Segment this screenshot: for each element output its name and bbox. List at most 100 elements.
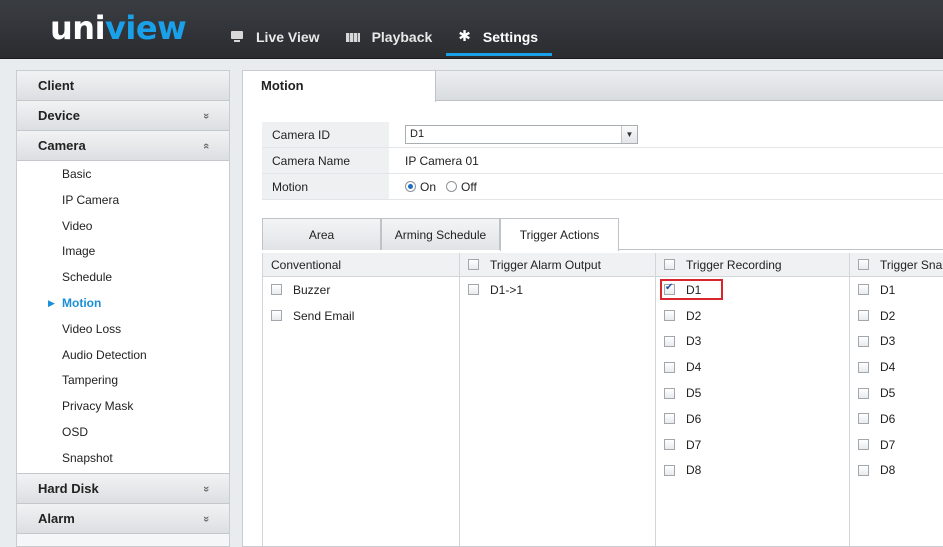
- buzzer-checkbox[interactable]: [271, 284, 282, 296]
- column-header-snapshot: Trigger Snapshot: [850, 253, 943, 277]
- list-item[interactable]: D5: [656, 380, 849, 406]
- main-panel: Motion Camera ID D1 ▼ Camera Name IP Cam…: [242, 70, 943, 547]
- main-tab-bar: Motion: [243, 71, 943, 102]
- nav-playback[interactable]: Playback: [334, 18, 447, 56]
- list-item[interactable]: D6: [656, 406, 849, 432]
- list-item[interactable]: D8: [656, 458, 849, 484]
- form-row-camera-id: Camera ID D1 ▼: [262, 122, 943, 148]
- column-conventional: Conventional Buzzer Send Email: [262, 253, 459, 546]
- recording-d4-checkbox[interactable]: [664, 361, 675, 373]
- motion-on-label: On: [420, 179, 437, 194]
- list-item[interactable]: D8: [850, 458, 943, 484]
- sidebar-item-privacy-mask[interactable]: Privacy Mask: [17, 394, 229, 420]
- column-recording: Trigger Recording D1 D2 D3 D4 D5 D6 D7 D…: [655, 253, 849, 546]
- sidebar-section-client[interactable]: Client: [17, 71, 229, 101]
- list-item[interactable]: D4: [850, 354, 943, 380]
- sidebar-section-device[interactable]: Device»: [17, 101, 229, 131]
- sidebar-item-basic[interactable]: Basic: [17, 162, 229, 188]
- motion-label: Motion: [262, 174, 389, 199]
- camera-id-select[interactable]: D1 ▼: [405, 125, 638, 144]
- snapshot-d1-checkbox[interactable]: [858, 284, 869, 296]
- motion-off-radio[interactable]: [446, 181, 458, 192]
- snapshot-d2-checkbox[interactable]: [858, 310, 869, 322]
- list-item[interactable]: D6: [850, 406, 943, 432]
- sidebar-item-snapshot[interactable]: Snapshot: [17, 445, 229, 472]
- form-row-motion: Motion On Off: [262, 174, 943, 200]
- subtab-trigger-actions[interactable]: Trigger Actions: [500, 218, 619, 251]
- list-item[interactable]: Buzzer: [263, 277, 459, 303]
- nav-settings[interactable]: ✱ Settings: [446, 18, 552, 56]
- camera-submenu: Basic IP Camera Video Image Schedule ▶ Mo…: [17, 161, 229, 474]
- list-item[interactable]: D3: [850, 329, 943, 355]
- film-icon: [345, 33, 360, 42]
- list-item[interactable]: D1: [850, 277, 943, 303]
- caret-right-icon: ▶: [48, 297, 55, 308]
- list-item[interactable]: D1->1: [460, 277, 655, 303]
- snapshot-d3-checkbox[interactable]: [858, 335, 869, 347]
- list-item[interactable]: Send Email: [263, 303, 459, 329]
- trigger-action-columns: Conventional Buzzer Send Email Trigger A…: [262, 253, 943, 546]
- nav-playback-label: Playback: [371, 29, 433, 45]
- send-email-checkbox[interactable]: [271, 310, 282, 322]
- camera-id-value: D1: [410, 128, 425, 140]
- list-item[interactable]: D4: [656, 354, 849, 380]
- snapshot-d7-checkbox[interactable]: [858, 439, 869, 451]
- sidebar-item-motion-label: Motion: [62, 295, 102, 310]
- gear-icon: ✱: [458, 28, 471, 45]
- column-header-alarm-output: Trigger Alarm Output: [460, 253, 655, 277]
- motion-off-label: Off: [461, 179, 477, 194]
- column-snapshot: Trigger Snapshot D1 D2 D3 D4 D5 D6 D7 D8: [849, 253, 943, 546]
- list-item[interactable]: D7: [656, 432, 849, 458]
- nav-settings-label: Settings: [482, 29, 539, 45]
- top-bar: uniview Live View Playback ✱ Settings: [0, 0, 943, 59]
- recording-d1-checkbox[interactable]: [664, 282, 675, 296]
- recording-d5-checkbox[interactable]: [664, 387, 675, 399]
- sidebar-item-tampering[interactable]: Tampering: [17, 368, 229, 395]
- subtab-arming-schedule[interactable]: Arming Schedule: [381, 218, 500, 250]
- sidebar-item-video[interactable]: Video: [17, 213, 229, 240]
- sidebar-item-schedule[interactable]: Schedule: [17, 265, 229, 291]
- motion-on-radio[interactable]: [405, 181, 416, 192]
- sidebar-item-audio-detection[interactable]: Audio Detection: [17, 342, 229, 369]
- list-item[interactable]: D2: [850, 303, 943, 329]
- column-alarm-output: Trigger Alarm Output D1->1: [459, 253, 655, 546]
- nav-live-view[interactable]: Live View: [218, 18, 334, 56]
- list-item[interactable]: D3: [656, 329, 849, 355]
- select-all-alarm-output-checkbox[interactable]: [468, 259, 479, 270]
- sidebar-item-osd[interactable]: OSD: [17, 419, 229, 446]
- camera-id-label: Camera ID: [262, 122, 389, 147]
- form-row-camera-name: Camera Name IP Camera 01: [262, 148, 943, 174]
- sidebar-section-camera[interactable]: Camera «: [17, 131, 229, 161]
- snapshot-d5-checkbox[interactable]: [858, 387, 869, 399]
- camera-name-value: IP Camera 01: [405, 153, 479, 168]
- monitor-icon: [230, 31, 244, 43]
- alarm-output-checkbox[interactable]: [468, 284, 479, 296]
- sidebar-item-video-loss[interactable]: Video Loss: [17, 316, 229, 343]
- recording-d6-checkbox[interactable]: [664, 413, 675, 425]
- list-item[interactable]: D1: [656, 277, 849, 303]
- recording-d8-checkbox[interactable]: [664, 464, 675, 476]
- sidebar-section-hard-disk[interactable]: Hard Disk»: [17, 473, 229, 504]
- snapshot-d4-checkbox[interactable]: [858, 361, 869, 373]
- select-all-recording-checkbox[interactable]: [664, 259, 675, 270]
- snapshot-d8-checkbox[interactable]: [858, 464, 869, 476]
- list-item[interactable]: D5: [850, 380, 943, 406]
- tab-motion[interactable]: Motion: [243, 71, 436, 102]
- list-item[interactable]: D7: [850, 432, 943, 458]
- chevron-down-icon[interactable]: ▼: [621, 126, 637, 143]
- sidebar-item-ip-camera[interactable]: IP Camera: [17, 187, 229, 214]
- list-item[interactable]: D2: [656, 303, 849, 329]
- sidebar-item-image[interactable]: Image: [17, 239, 229, 266]
- column-header-recording: Trigger Recording: [656, 253, 849, 277]
- recording-d2-checkbox[interactable]: [664, 310, 675, 322]
- recording-d7-checkbox[interactable]: [664, 439, 675, 451]
- chevron-down-icon: »: [199, 485, 212, 492]
- sidebar-section-alarm[interactable]: Alarm»: [17, 503, 229, 534]
- sidebar-item-motion[interactable]: ▶ Motion: [17, 290, 229, 317]
- nav-live-view-label: Live View: [256, 29, 320, 45]
- select-all-snapshot-checkbox[interactable]: [858, 259, 869, 270]
- sidebar: Client Device» Camera « Basic IP Camera V…: [16, 70, 230, 547]
- subtab-area[interactable]: Area: [262, 218, 381, 250]
- snapshot-d6-checkbox[interactable]: [858, 413, 869, 425]
- recording-d3-checkbox[interactable]: [664, 335, 675, 347]
